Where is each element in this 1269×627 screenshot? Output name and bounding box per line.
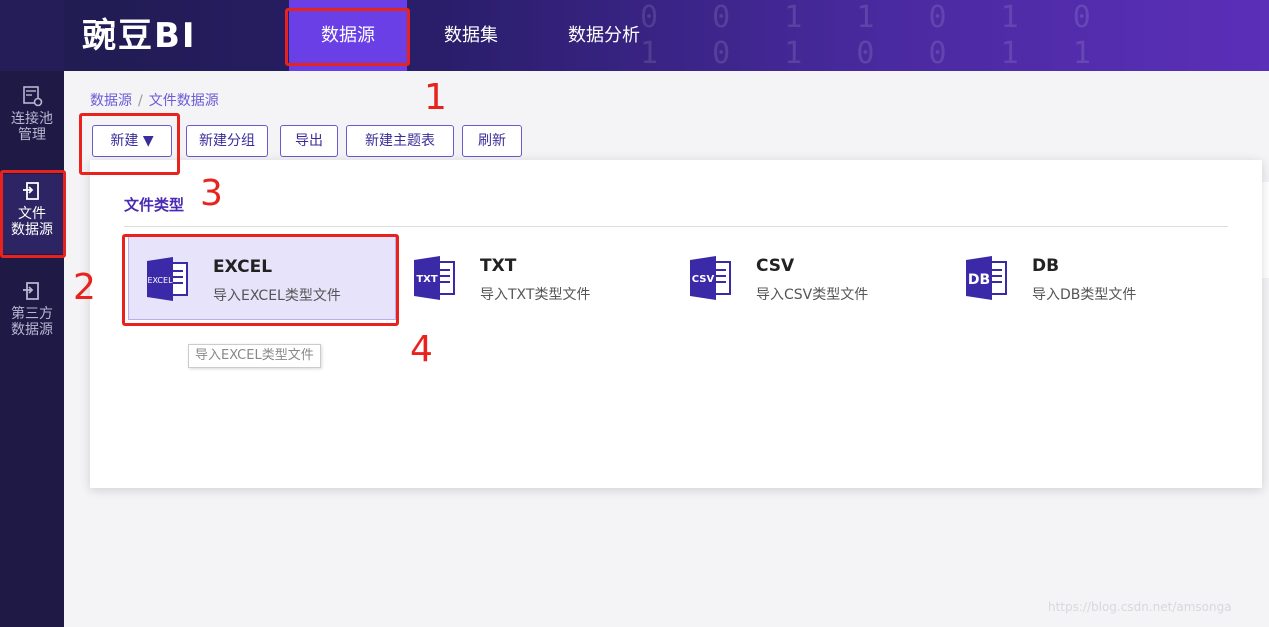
- third-party-datasource-icon: [23, 282, 39, 300]
- new-theme-table-button[interactable]: 新建主题表: [346, 125, 454, 157]
- file-type-desc: 导入DB类型文件: [1032, 287, 1137, 303]
- table-edge: [1262, 182, 1269, 278]
- left-sidebar: 连接池 管理 文件 数据源 第三方 数据源: [0, 71, 64, 627]
- top-header: 0 0 1 1 0 1 0 1 0 1 0 0 1 1 豌豆BI 数据源 数据集…: [0, 0, 1269, 71]
- file-type-name: DB: [1032, 256, 1060, 276]
- file-type-desc: 导入TXT类型文件: [480, 287, 591, 303]
- annotation-box-sidebar: [0, 170, 66, 258]
- panel-title: 文件类型: [124, 196, 185, 214]
- svg-text:DB: DB: [968, 272, 990, 288]
- nav-tab-data-analysis[interactable]: 数据分析: [545, 0, 663, 71]
- file-type-txt[interactable]: TXT TXT 导入TXT类型文件: [396, 236, 666, 320]
- nav-tab-dataset[interactable]: 数据集: [420, 0, 522, 71]
- export-button[interactable]: 导出: [280, 125, 338, 157]
- breadcrumb: 数据源 / 文件数据源: [90, 90, 219, 110]
- excel-tooltip: 导入EXCEL类型文件: [188, 344, 321, 368]
- csv-file-icon: CSV: [690, 256, 731, 300]
- logo-box: [0, 0, 64, 71]
- annotation-box-new: [79, 113, 180, 175]
- file-type-desc: 导入CSV类型文件: [756, 287, 869, 303]
- db-file-icon: DB: [966, 256, 1007, 300]
- new-group-button[interactable]: 新建分组: [186, 125, 268, 157]
- annotation-number-3: 3: [200, 173, 223, 214]
- breadcrumb-separator: /: [138, 93, 143, 109]
- file-type-db[interactable]: DB DB 导入DB类型文件: [948, 236, 1218, 320]
- annotation-number-4: 4: [410, 329, 433, 370]
- header-background-pattern: 0 0 1 1 0 1 0 1 0 1 0 0 1 1: [640, 0, 1109, 71]
- sidebar-item-connection-pool[interactable]: 连接池 管理: [0, 83, 64, 159]
- annotation-box-excel: [122, 234, 399, 326]
- refresh-button[interactable]: 刷新: [462, 125, 522, 157]
- sidebar-item-third-party-datasource[interactable]: 第三方 数据源: [0, 276, 64, 356]
- connection-pool-icon: [23, 86, 43, 107]
- breadcrumb-root[interactable]: 数据源: [90, 93, 132, 109]
- file-type-csv[interactable]: CSV CSV 导入CSV类型文件: [672, 236, 942, 320]
- svg-text:CSV: CSV: [692, 274, 715, 285]
- panel-divider: [124, 226, 1228, 227]
- annotation-number-1: 1: [424, 77, 447, 118]
- file-type-name: CSV: [756, 256, 795, 276]
- annotation-box-nav: [285, 8, 410, 66]
- annotation-number-2: 2: [73, 267, 96, 308]
- txt-file-icon: TXT: [414, 256, 455, 300]
- breadcrumb-current: 文件数据源: [148, 93, 219, 109]
- app-logo: 豌豆BI: [82, 16, 197, 56]
- svg-text:TXT: TXT: [416, 274, 438, 285]
- watermark: https://blog.csdn.net/amsonga: [1048, 600, 1232, 614]
- file-type-name: TXT: [480, 256, 517, 276]
